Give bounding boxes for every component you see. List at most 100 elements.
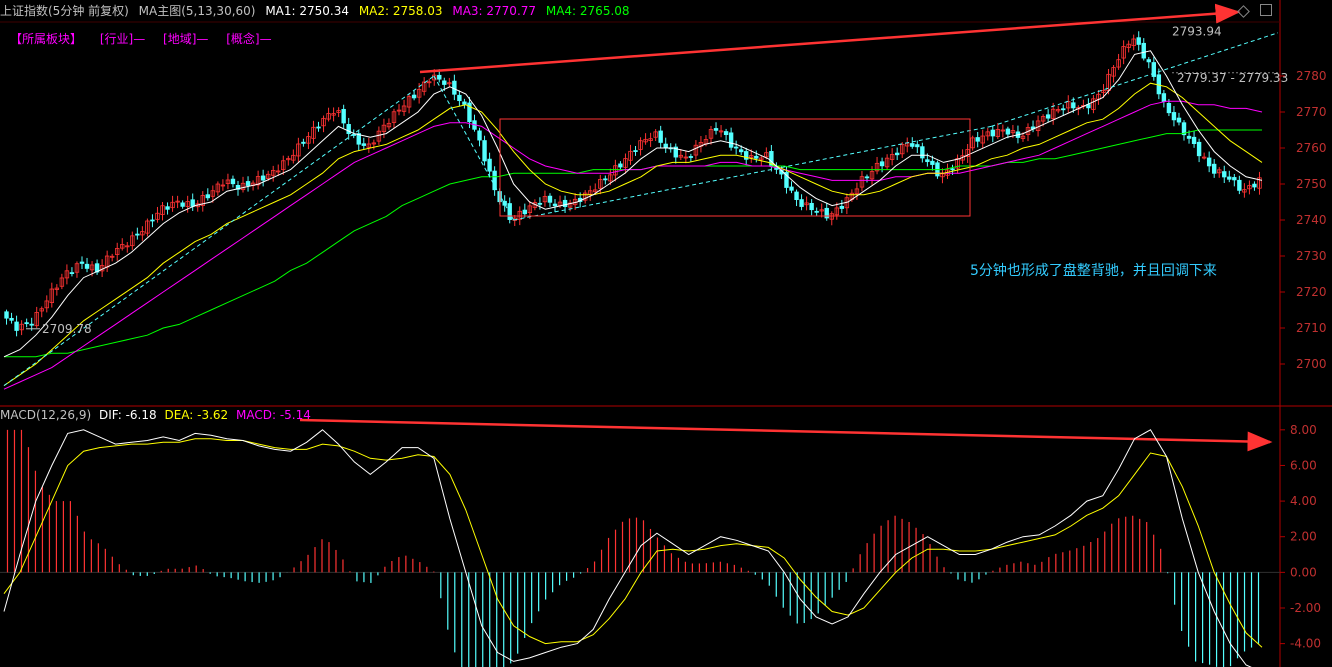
candle-body	[990, 129, 995, 137]
dif-line	[3, 429, 1252, 667]
annotation-text: 5分钟也形成了盘整背驰，并且回调下来	[970, 263, 1217, 279]
macd-tick-label: 6.00	[1290, 458, 1317, 472]
candle-body	[618, 163, 623, 168]
candle-body	[920, 146, 925, 159]
macd-name[interactable]: MACD(12,26,9)	[0, 408, 91, 422]
macd-value: MACD: -5.14	[236, 408, 311, 422]
candle-body	[477, 130, 482, 141]
candle-body	[894, 152, 900, 156]
candle-body	[230, 178, 236, 185]
price-tick-label: 2780	[1296, 69, 1327, 83]
candle-body	[975, 137, 980, 142]
candle-body	[754, 155, 759, 159]
sector-link-board[interactable]: 【所属板块】	[10, 32, 82, 46]
trend-dashed-line	[3, 75, 435, 387]
price-tick-label: 2750	[1296, 177, 1327, 191]
ma2-value: MA2: 2758.03	[358, 4, 443, 18]
candle-body	[346, 124, 351, 134]
chart-header: 上证指数(5分钟 前复权) MA主图(5,13,30,60) MA1: 2750…	[0, 0, 636, 22]
chart-title: 上证指数(5分钟 前复权)	[0, 4, 129, 18]
dea-value: DEA: -3.62	[164, 408, 229, 422]
candle-body	[205, 194, 210, 199]
macd-tick-label: -2.00	[1290, 601, 1321, 615]
high-price-label: 2793.94	[1172, 25, 1222, 39]
price-tick-label: 2740	[1296, 213, 1327, 227]
candle-body	[879, 161, 885, 167]
candle-body	[522, 209, 528, 215]
candle-body	[1191, 136, 1197, 144]
candle-body	[1166, 102, 1172, 114]
candle-body	[1206, 157, 1212, 167]
sector-link-region[interactable]: [地域]—	[163, 32, 208, 46]
candle-body	[950, 168, 955, 171]
candle-body	[537, 202, 543, 205]
price-tick-label: 2730	[1296, 249, 1327, 263]
ma3-line	[3, 100, 1263, 390]
candle-body	[79, 261, 85, 264]
candle-body	[1136, 37, 1141, 45]
candle-body	[839, 205, 845, 209]
candle-body	[809, 202, 814, 211]
candle-body	[633, 150, 638, 152]
candle-body	[1061, 108, 1066, 111]
candle-body	[1146, 59, 1151, 63]
restore-icon[interactable]	[1260, 4, 1272, 16]
candle-body	[69, 272, 75, 274]
candle-body	[190, 199, 195, 207]
candle-body	[925, 159, 930, 163]
candle-body	[728, 132, 734, 148]
candle-body	[789, 186, 794, 191]
candle-body	[814, 210, 819, 213]
candle-body	[910, 143, 915, 147]
candle-body	[165, 206, 170, 210]
candle-body	[452, 80, 457, 95]
candle-body	[603, 178, 608, 181]
diamond-icon[interactable]	[1237, 5, 1251, 18]
ma4-value: MA4: 2765.08	[545, 4, 630, 18]
candle-body	[24, 322, 29, 325]
candle-body	[794, 191, 799, 200]
candle-body	[1227, 176, 1232, 180]
ma3-value: MA3: 2770.77	[452, 4, 537, 18]
sector-links: 【所属板块】 [行业]— [地域]— [概念]—	[10, 30, 286, 48]
candle-body	[547, 195, 553, 203]
candle-body	[1211, 163, 1217, 174]
candle-body	[301, 141, 306, 144]
candle-body	[1005, 128, 1011, 135]
candle-body	[9, 317, 14, 321]
candle-body	[1071, 102, 1076, 109]
price-tick-label: 2760	[1296, 141, 1327, 155]
candle-body	[799, 199, 804, 207]
candle-body	[738, 149, 744, 153]
candle-body	[135, 233, 140, 236]
window-controls	[1231, 4, 1272, 19]
candle-body	[864, 176, 870, 179]
dif-value: DIF: -6.18	[98, 408, 157, 422]
candle-body	[245, 181, 251, 186]
candle-body	[1222, 171, 1227, 178]
candle-body	[733, 146, 739, 149]
macd-header: MACD(12,26,9) DIF: -6.18 DEA: -3.62 MACD…	[0, 407, 315, 423]
candle-body	[915, 144, 920, 148]
candle-body	[1151, 62, 1157, 77]
sector-link-concept[interactable]: [概念]—	[226, 32, 271, 46]
dea-line	[3, 438, 1263, 648]
candle-body	[1232, 177, 1237, 181]
indicator-name[interactable]: MA主图(5,13,30,60)	[139, 4, 256, 18]
price-tick-label: 2720	[1296, 285, 1327, 299]
macd-tick-label: 4.00	[1290, 494, 1317, 508]
macd-tick-label: 2.00	[1290, 530, 1317, 544]
candle-body	[658, 130, 663, 143]
macd-trend-arrow	[299, 418, 1273, 452]
chart-canvas: 2700 2710 2720 2730 2740 2750 2760 2770 2780 -4.0…	[0, 0, 1332, 667]
candle-body	[562, 199, 568, 207]
sector-link-industry[interactable]: [行业]—	[100, 32, 145, 46]
candle-body	[316, 126, 321, 129]
candle-body	[1141, 42, 1146, 59]
candle-body	[361, 143, 366, 146]
candle-body	[482, 140, 487, 162]
candle-body	[713, 128, 719, 131]
candle-body	[4, 311, 9, 319]
candle-body	[1252, 183, 1257, 188]
candle-body	[462, 101, 467, 105]
